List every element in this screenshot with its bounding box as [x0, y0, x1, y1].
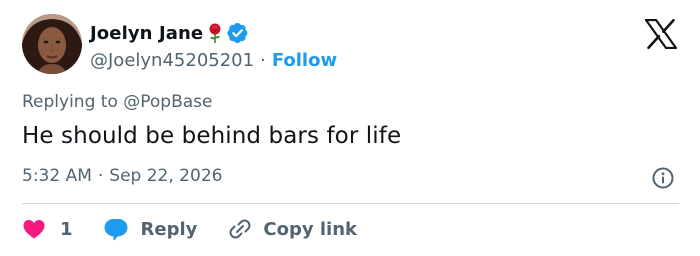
x-logo-icon[interactable] — [644, 18, 678, 50]
tweet-date: Sep 22, 2026 — [109, 166, 223, 186]
author-handle[interactable]: @Joelyn45205201 — [90, 50, 254, 71]
author-name-row: Joelyn Jane — [90, 20, 249, 46]
info-icon[interactable] — [651, 166, 675, 190]
speech-bubble-icon — [103, 217, 129, 241]
tweet-card: Joelyn Jane @Joelyn45205201 · Follow Rep… — [0, 0, 700, 256]
separator-dot: · — [260, 49, 266, 71]
divider — [22, 203, 679, 204]
rose-icon — [207, 22, 223, 44]
reply-context-mention[interactable]: @PopBase — [123, 92, 212, 112]
tweet-text: He should be behind bars for life — [22, 123, 402, 149]
reply-context-prefix: Replying to — [22, 92, 118, 112]
heart-icon — [22, 218, 46, 240]
copy-link-button[interactable]: Copy link — [227, 216, 357, 242]
copy-link-label: Copy link — [263, 218, 357, 240]
tweet-time: 5:32 AM — [22, 166, 92, 186]
tweet-actions: 1 Reply Copy link — [22, 215, 357, 243]
link-icon — [227, 216, 253, 242]
avatar[interactable] — [22, 14, 82, 74]
tweet-timestamp[interactable]: 5:32 AM · Sep 22, 2026 — [22, 166, 222, 186]
author-handle-row: @Joelyn45205201 · Follow — [90, 47, 337, 73]
avatar-image — [22, 14, 82, 74]
reply-button[interactable]: Reply — [103, 217, 198, 241]
like-count: 1 — [60, 218, 73, 240]
like-button[interactable]: 1 — [22, 218, 73, 240]
separator-dot: · — [97, 166, 104, 186]
reply-label: Reply — [140, 218, 198, 240]
follow-button[interactable]: Follow — [272, 50, 337, 71]
author-display-name[interactable]: Joelyn Jane — [90, 23, 203, 44]
reply-context: Replying to @PopBase — [22, 92, 212, 112]
verified-badge-icon — [227, 22, 249, 44]
